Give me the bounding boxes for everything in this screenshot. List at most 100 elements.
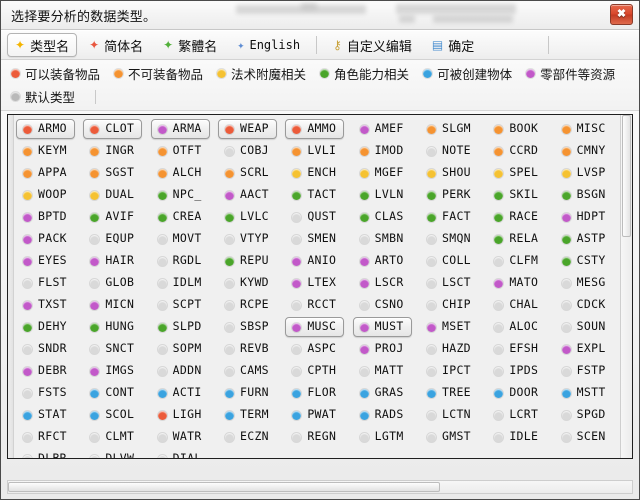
type-toggle-SOPM[interactable]: SOPM: [151, 339, 210, 359]
type-toggle-EXPL[interactable]: EXPL: [555, 339, 614, 359]
toolbar-tab-2[interactable]: ✦ 繁體名: [155, 33, 225, 57]
type-toggle-CHAL[interactable]: CHAL: [487, 295, 546, 315]
type-toggle-CSTY[interactable]: CSTY: [555, 251, 614, 271]
type-toggle-STAT[interactable]: STAT: [16, 405, 75, 425]
type-toggle-CSNO[interactable]: CSNO: [353, 295, 412, 315]
type-toggle-SPEL[interactable]: SPEL: [487, 163, 546, 183]
legend-item-0[interactable]: 默认类型: [11, 87, 75, 106]
type-toggle-SLGM[interactable]: SLGM: [420, 119, 479, 139]
type-toggle-SHOU[interactable]: SHOU: [420, 163, 479, 183]
type-toggle-KYWD[interactable]: KYWD: [218, 273, 277, 293]
type-toggle-SPGD[interactable]: SPGD: [555, 405, 614, 425]
type-toggle-EQUP[interactable]: EQUP: [83, 229, 142, 249]
type-toggle-PROJ[interactable]: PROJ: [353, 339, 412, 359]
type-toggle-GLOB[interactable]: GLOB: [83, 273, 142, 293]
type-toggle-FACT[interactable]: FACT: [420, 207, 479, 227]
type-toggle-RELA[interactable]: RELA: [487, 229, 546, 249]
type-toggle-AMMO[interactable]: AMMO: [285, 119, 345, 139]
type-toggle-ANIO[interactable]: ANIO: [285, 251, 344, 271]
type-toggle-LCRT[interactable]: LCRT: [487, 405, 546, 425]
type-toggle-ALOC[interactable]: ALOC: [487, 317, 546, 337]
type-toggle-QUST[interactable]: QUST: [285, 207, 344, 227]
type-toggle-ASTP[interactable]: ASTP: [555, 229, 614, 249]
type-toggle-LCTN[interactable]: LCTN: [420, 405, 479, 425]
type-toggle-IPCT[interactable]: IPCT: [420, 361, 479, 381]
type-toggle-APPA[interactable]: APPA: [16, 163, 75, 183]
type-toggle-ASPC[interactable]: ASPC: [285, 339, 344, 359]
type-toggle-LIGH[interactable]: LIGH: [151, 405, 210, 425]
type-toggle-TREE[interactable]: TREE: [420, 383, 479, 403]
type-toggle-FSTP[interactable]: FSTP: [555, 361, 614, 381]
type-toggle-IDLM[interactable]: IDLM: [151, 273, 210, 293]
type-toggle-CPTH[interactable]: CPTH: [285, 361, 344, 381]
type-toggle-HAIR[interactable]: HAIR: [83, 251, 142, 271]
type-toggle-MSTT[interactable]: MSTT: [555, 383, 614, 403]
type-toggle-SCRL[interactable]: SCRL: [218, 163, 277, 183]
type-toggle-PACK[interactable]: PACK: [16, 229, 75, 249]
type-toggle-CLOT[interactable]: CLOT: [83, 119, 143, 139]
type-toggle-IDLE[interactable]: IDLE: [487, 427, 546, 447]
legend-item-2[interactable]: 法术附魔相关: [217, 64, 306, 83]
type-toggle-CLAS[interactable]: CLAS: [353, 207, 412, 227]
type-toggle-CHIP[interactable]: CHIP: [420, 295, 479, 315]
type-toggle-MESG[interactable]: MESG: [555, 273, 614, 293]
type-toggle-EFSH[interactable]: EFSH: [487, 339, 546, 359]
toolbar-tab-0[interactable]: ✦ 类型名: [7, 33, 78, 57]
type-toggle-SMBN[interactable]: SMBN: [353, 229, 412, 249]
type-toggle-RCPE[interactable]: RCPE: [218, 295, 277, 315]
type-toggle-CMNY[interactable]: CMNY: [555, 141, 614, 161]
type-toggle-AACT[interactable]: AACT: [218, 185, 277, 205]
type-toggle-CDCK[interactable]: CDCK: [555, 295, 614, 315]
horizontal-scrollbar[interactable]: [7, 480, 633, 494]
type-toggle-DOOR[interactable]: DOOR: [487, 383, 546, 403]
type-toggle-RGDL[interactable]: RGDL: [151, 251, 210, 271]
type-toggle-COBJ[interactable]: COBJ: [218, 141, 277, 161]
type-toggle-FURN[interactable]: FURN: [218, 383, 277, 403]
type-toggle-MSET[interactable]: MSET: [420, 317, 479, 337]
type-toggle-COLL[interactable]: COLL: [420, 251, 479, 271]
type-toggle-BOOK[interactable]: BOOK: [487, 119, 546, 139]
type-toggle-ECZN[interactable]: ECZN: [218, 427, 277, 447]
type-toggle-IMOD[interactable]: IMOD: [353, 141, 412, 161]
type-toggle-BPTD[interactable]: BPTD: [16, 207, 75, 227]
type-toggle-FLST[interactable]: FLST: [16, 273, 75, 293]
type-toggle-WATR[interactable]: WATR: [151, 427, 210, 447]
type-toggle-CLFM[interactable]: CLFM: [487, 251, 546, 271]
type-toggle-BSGN[interactable]: BSGN: [555, 185, 614, 205]
type-toggle-VTYP[interactable]: VTYP: [218, 229, 277, 249]
type-toggle-NOTE[interactable]: NOTE: [420, 141, 479, 161]
toolbar-action-key[interactable]: ⚷ 自定义编辑: [325, 33, 420, 57]
legend-item-3[interactable]: 角色能力相关: [320, 64, 409, 83]
toolbar-action-save[interactable]: ▤ 确定: [424, 33, 482, 57]
horizontal-scrollbar-thumb[interactable]: [8, 482, 440, 492]
type-toggle-NPC_[interactable]: NPC_: [151, 185, 210, 205]
type-toggle-MUSC[interactable]: MUSC: [285, 317, 345, 337]
type-toggle-LSCR[interactable]: LSCR: [353, 273, 412, 293]
type-toggle-INGR[interactable]: INGR: [83, 141, 142, 161]
type-toggle-DEHY[interactable]: DEHY: [16, 317, 75, 337]
type-toggle-ALCH[interactable]: ALCH: [151, 163, 210, 183]
type-toggle-SLPD[interactable]: SLPD: [151, 317, 210, 337]
legend-item-5[interactable]: 零部件等资源: [526, 64, 615, 83]
type-toggle-HAZD[interactable]: HAZD: [420, 339, 479, 359]
type-toggle-LVLI[interactable]: LVLI: [285, 141, 344, 161]
type-toggle-REGN[interactable]: REGN: [285, 427, 344, 447]
type-toggle-SGST[interactable]: SGST: [83, 163, 142, 183]
type-toggle-CLMT[interactable]: CLMT: [83, 427, 142, 447]
type-toggle-RCCT[interactable]: RCCT: [285, 295, 344, 315]
type-toggle-REPU[interactable]: REPU: [218, 251, 277, 271]
type-toggle-FSTS[interactable]: FSTS: [16, 383, 75, 403]
close-button[interactable]: ✖: [610, 4, 633, 25]
type-toggle-DUAL[interactable]: DUAL: [83, 185, 142, 205]
toolbar-tab-1[interactable]: ✦ 简体名: [81, 33, 151, 57]
type-toggle-LGTM[interactable]: LGTM: [353, 427, 412, 447]
type-toggle-LSCT[interactable]: LSCT: [420, 273, 479, 293]
type-toggle-PERK[interactable]: PERK: [420, 185, 479, 205]
type-toggle-LTEX[interactable]: LTEX: [285, 273, 344, 293]
type-toggle-ARTO[interactable]: ARTO: [353, 251, 412, 271]
type-toggle-HUNG[interactable]: HUNG: [83, 317, 142, 337]
type-toggle-TACT[interactable]: TACT: [285, 185, 344, 205]
type-toggle-LVLC[interactable]: LVLC: [218, 207, 277, 227]
type-toggle-EYES[interactable]: EYES: [16, 251, 75, 271]
type-toggle-RADS[interactable]: RADS: [353, 405, 412, 425]
